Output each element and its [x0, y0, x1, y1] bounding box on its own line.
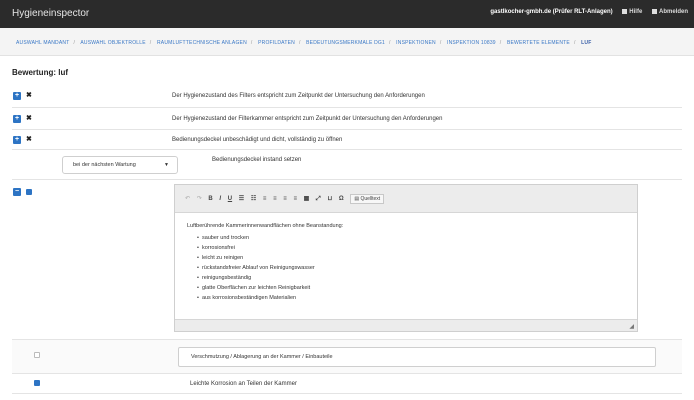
table-icon[interactable]: ▦ — [304, 195, 310, 202]
editor-intro: Luftberührende Kammerinnenwandflächen oh… — [187, 223, 344, 229]
help-link[interactable]: Hilfe — [622, 9, 642, 15]
list-item: korrosionsfrei — [197, 243, 625, 253]
breadcrumb-current: LUF — [581, 40, 592, 46]
bullet-list-icon[interactable]: ☷ — [251, 195, 256, 202]
app-brand[interactable]: Hygieneinspector — [12, 8, 89, 19]
breadcrumb: AUSWAHL MANDANT / AUSWAHL OBJEKTROLLE / RA… — [0, 28, 694, 56]
breadcrumb-item[interactable]: BEDEUTUNGSMERKMALE DG1 — [306, 40, 385, 46]
breadcrumb-item[interactable]: INSPEKTIONEN — [396, 40, 436, 46]
italic-icon[interactable]: I — [219, 196, 221, 202]
source-icon: ▤ — [354, 196, 360, 202]
top-right-menu: gastlkocher-gmbh.de (Prüfer RLT-Anlagen)… — [482, 9, 688, 15]
editor-toolbar: ↶ ↷ B I U ☰ ☷ ≡ ≡ ≡ ≡ ▦ ⤢ ⊔ Ω ▤ Quelltex… — [175, 185, 637, 213]
x-icon[interactable]: ✖ — [26, 92, 32, 100]
undo-icon[interactable]: ↶ — [185, 195, 190, 202]
list-item: leicht zu reinigen — [197, 253, 625, 263]
list-item: sauber und trocken — [197, 233, 625, 243]
breadcrumb-separator: / — [439, 40, 442, 46]
breadcrumb-item[interactable]: INSPEKTION 10839 — [447, 40, 496, 46]
evaluation-row: + ✖ Bedienungsdeckel unbeschädigt und di… — [12, 130, 682, 150]
help-icon — [622, 9, 628, 14]
x-icon[interactable]: ✖ — [26, 136, 32, 144]
breadcrumb-item[interactable]: BEWERTETE ELEMENTE — [507, 40, 570, 46]
minus-icon[interactable]: − — [13, 188, 21, 196]
page-title: Bewertung: luf — [12, 68, 68, 77]
maximize-icon[interactable]: ⤢ — [316, 196, 321, 203]
plus-icon[interactable]: + — [13, 115, 21, 123]
breadcrumb-item[interactable]: AUSWAHL MANDANT — [16, 40, 69, 46]
checkbox-icon[interactable] — [34, 380, 40, 386]
editor-list: sauber und trocken korrosionsfrei leicht… — [197, 233, 625, 303]
logout-link[interactable]: Abmelden — [651, 9, 688, 16]
logout-label: Abmelden — [658, 9, 688, 16]
breadcrumb-separator: / — [73, 40, 76, 46]
numbered-list-icon[interactable]: ☰ — [239, 195, 244, 202]
logout-icon — [651, 9, 657, 14]
row-text: Bedienungsdeckel unbeschädigt und dicht,… — [172, 137, 343, 143]
list-item: reinigungsbeständig — [197, 273, 625, 283]
checkbox-icon[interactable] — [34, 352, 40, 358]
measure-row: bei der nächsten Wartung ▼ Bedienungsdec… — [12, 150, 682, 180]
x-icon[interactable]: ✖ — [26, 115, 32, 123]
top-bar: Hygieneinspector gastlkocher-gmbh.de (Pr… — [0, 0, 694, 28]
insert-icon[interactable]: ⊔ — [327, 195, 332, 202]
row-text: Der Hygienezustand des Filters entsprich… — [172, 93, 425, 99]
caret-down-icon: ▼ — [164, 162, 169, 168]
evaluation-row: + ✖ Der Hygienezustand der Filterkammer … — [12, 108, 682, 130]
row-text: Der Hygienezustand der Filterkammer ents… — [172, 116, 443, 122]
breadcrumb-separator: / — [250, 40, 253, 46]
special-char-icon[interactable]: Ω — [339, 196, 344, 202]
list-item: glatte Oberflächen zur leichten Reinigba… — [197, 283, 625, 293]
editor-content[interactable]: Luftberührende Kammerinnenwandflächen oh… — [175, 213, 637, 311]
align-justify-icon[interactable]: ≡ — [293, 196, 297, 202]
redo-icon[interactable]: ↷ — [197, 195, 202, 202]
align-center-icon[interactable]: ≡ — [273, 196, 277, 202]
align-left-icon[interactable]: ≡ — [263, 196, 267, 202]
timing-select[interactable]: bei der nächsten Wartung ▼ — [62, 156, 178, 174]
breadcrumb-separator: / — [499, 40, 502, 46]
rich-text-editor[interactable]: ↶ ↷ B I U ☰ ☷ ≡ ≡ ≡ ≡ ▦ ⤢ ⊔ Ω ▤ Quelltex… — [174, 184, 638, 332]
timing-select-value: bei der nächsten Wartung — [73, 162, 136, 168]
breadcrumb-separator: / — [149, 40, 152, 46]
breadcrumb-item[interactable]: AUSWAHL OBJEKTROLLE — [80, 40, 145, 46]
list-item: aus korrosionsbeständigen Materialien — [197, 293, 625, 303]
resize-grip-icon[interactable]: ◢ — [629, 323, 634, 330]
underline-icon[interactable]: U — [228, 196, 232, 202]
evaluation-row: + ✖ Der Hygienezustand des Filters entsp… — [12, 84, 682, 108]
source-button[interactable]: ▤ Quelltext — [350, 194, 385, 204]
row-text: Leichte Korrosion an Teilen der Kammer — [190, 381, 297, 387]
editor-statusbar: ◢ — [175, 319, 637, 331]
plus-icon[interactable]: + — [13, 92, 21, 100]
evaluation-row: Leichte Korrosion an Teilen der Kammer — [12, 374, 682, 394]
source-label: Quelltext — [360, 196, 381, 202]
breadcrumb-separator: / — [388, 40, 391, 46]
company-label[interactable]: gastlkocher-gmbh.de (Prüfer RLT-Anlagen) — [490, 9, 612, 15]
breadcrumb-separator: / — [573, 40, 576, 46]
breadcrumb-separator: / — [298, 40, 301, 46]
align-right-icon[interactable]: ≡ — [283, 196, 287, 202]
finding-input[interactable]: Verschmutzung / Ablagerung an der Kammer… — [178, 347, 656, 367]
breadcrumb-item[interactable]: PROFILDATEN — [258, 40, 295, 46]
list-item: rückstandsfreier Ablauf von Reinigungswa… — [197, 263, 625, 273]
plus-icon[interactable]: + — [13, 136, 21, 144]
help-label: Hilfe — [629, 9, 643, 16]
checkbox-icon[interactable] — [26, 189, 32, 195]
bold-icon[interactable]: B — [208, 196, 212, 202]
measure-text: Bedienungsdeckel instand setzen — [212, 157, 302, 163]
breadcrumb-item[interactable]: RAUMLUFTTECHNISCHE ANLAGEN — [157, 40, 247, 46]
